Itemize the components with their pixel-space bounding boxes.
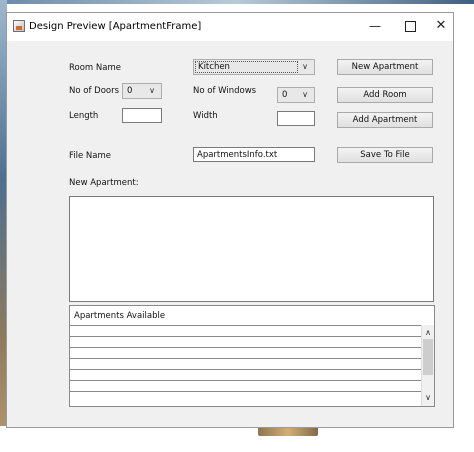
room-name-combobox[interactable]: Kitchen ∨ xyxy=(193,59,315,75)
java-app-icon xyxy=(13,20,25,32)
window-title: Design Preview [ApartmentFrame] xyxy=(29,21,202,32)
apartments-available-table[interactable]: Apartments Available ∧ ∨ xyxy=(69,305,435,407)
file-name-label: File Name xyxy=(69,151,112,161)
windows-label: No of Windows xyxy=(193,86,257,96)
table-header: Apartments Available xyxy=(74,311,166,321)
windows-combobox[interactable]: 0 ∨ xyxy=(277,87,315,103)
chevron-down-icon: ∨ xyxy=(149,86,155,95)
minimize-button[interactable]: — xyxy=(364,17,386,35)
close-icon: ✕ xyxy=(435,18,447,33)
scrollbar-thumb[interactable] xyxy=(423,339,433,375)
file-name-field[interactable] xyxy=(193,147,315,162)
maximize-button[interactable] xyxy=(399,17,421,35)
chevron-up-icon[interactable]: ∧ xyxy=(422,327,434,339)
chevron-down-icon: ∨ xyxy=(302,90,308,99)
table-row[interactable] xyxy=(70,358,421,369)
table-row[interactable] xyxy=(70,391,421,402)
table-row[interactable] xyxy=(70,336,421,347)
table-rows xyxy=(70,325,421,402)
desktop-background-bottom xyxy=(0,426,474,452)
maximize-icon xyxy=(404,21,416,32)
width-label: Width xyxy=(193,111,218,121)
desktop-background-top xyxy=(0,0,474,4)
apartment-frame-window: Design Preview [ApartmentFrame] — ✕ Room… xyxy=(6,12,454,428)
room-name-value: Kitchen xyxy=(198,62,230,72)
room-name-label: Room Name xyxy=(69,63,121,73)
add-apartment-button[interactable]: Add Apartment xyxy=(337,112,433,128)
table-row[interactable] xyxy=(70,369,421,380)
table-row[interactable] xyxy=(70,380,421,391)
doors-value: 0 xyxy=(127,86,133,96)
title-bar[interactable]: Design Preview [ApartmentFrame] — ✕ xyxy=(7,13,453,41)
new-apartment-button[interactable]: New Apartment xyxy=(337,59,433,75)
table-row[interactable] xyxy=(70,325,421,336)
doors-label: No of Doors xyxy=(69,86,120,96)
chevron-down-icon[interactable]: ∨ xyxy=(422,392,434,404)
width-field[interactable] xyxy=(277,111,315,126)
windows-value: 0 xyxy=(282,90,288,100)
add-room-button[interactable]: Add Room xyxy=(337,87,433,103)
vertical-scrollbar[interactable]: ∧ ∨ xyxy=(421,325,434,406)
minimize-icon: — xyxy=(369,19,381,33)
new-apartment-label: New Apartment: xyxy=(69,178,139,188)
close-button[interactable]: ✕ xyxy=(430,17,452,35)
new-apartment-textarea[interactable] xyxy=(69,196,434,302)
length-field[interactable] xyxy=(122,108,162,123)
chevron-down-icon: ∨ xyxy=(302,62,308,71)
doors-combobox[interactable]: 0 ∨ xyxy=(122,83,162,99)
save-to-file-button[interactable]: Save To File xyxy=(337,147,433,163)
length-label: Length xyxy=(69,111,99,121)
table-row[interactable] xyxy=(70,347,421,358)
